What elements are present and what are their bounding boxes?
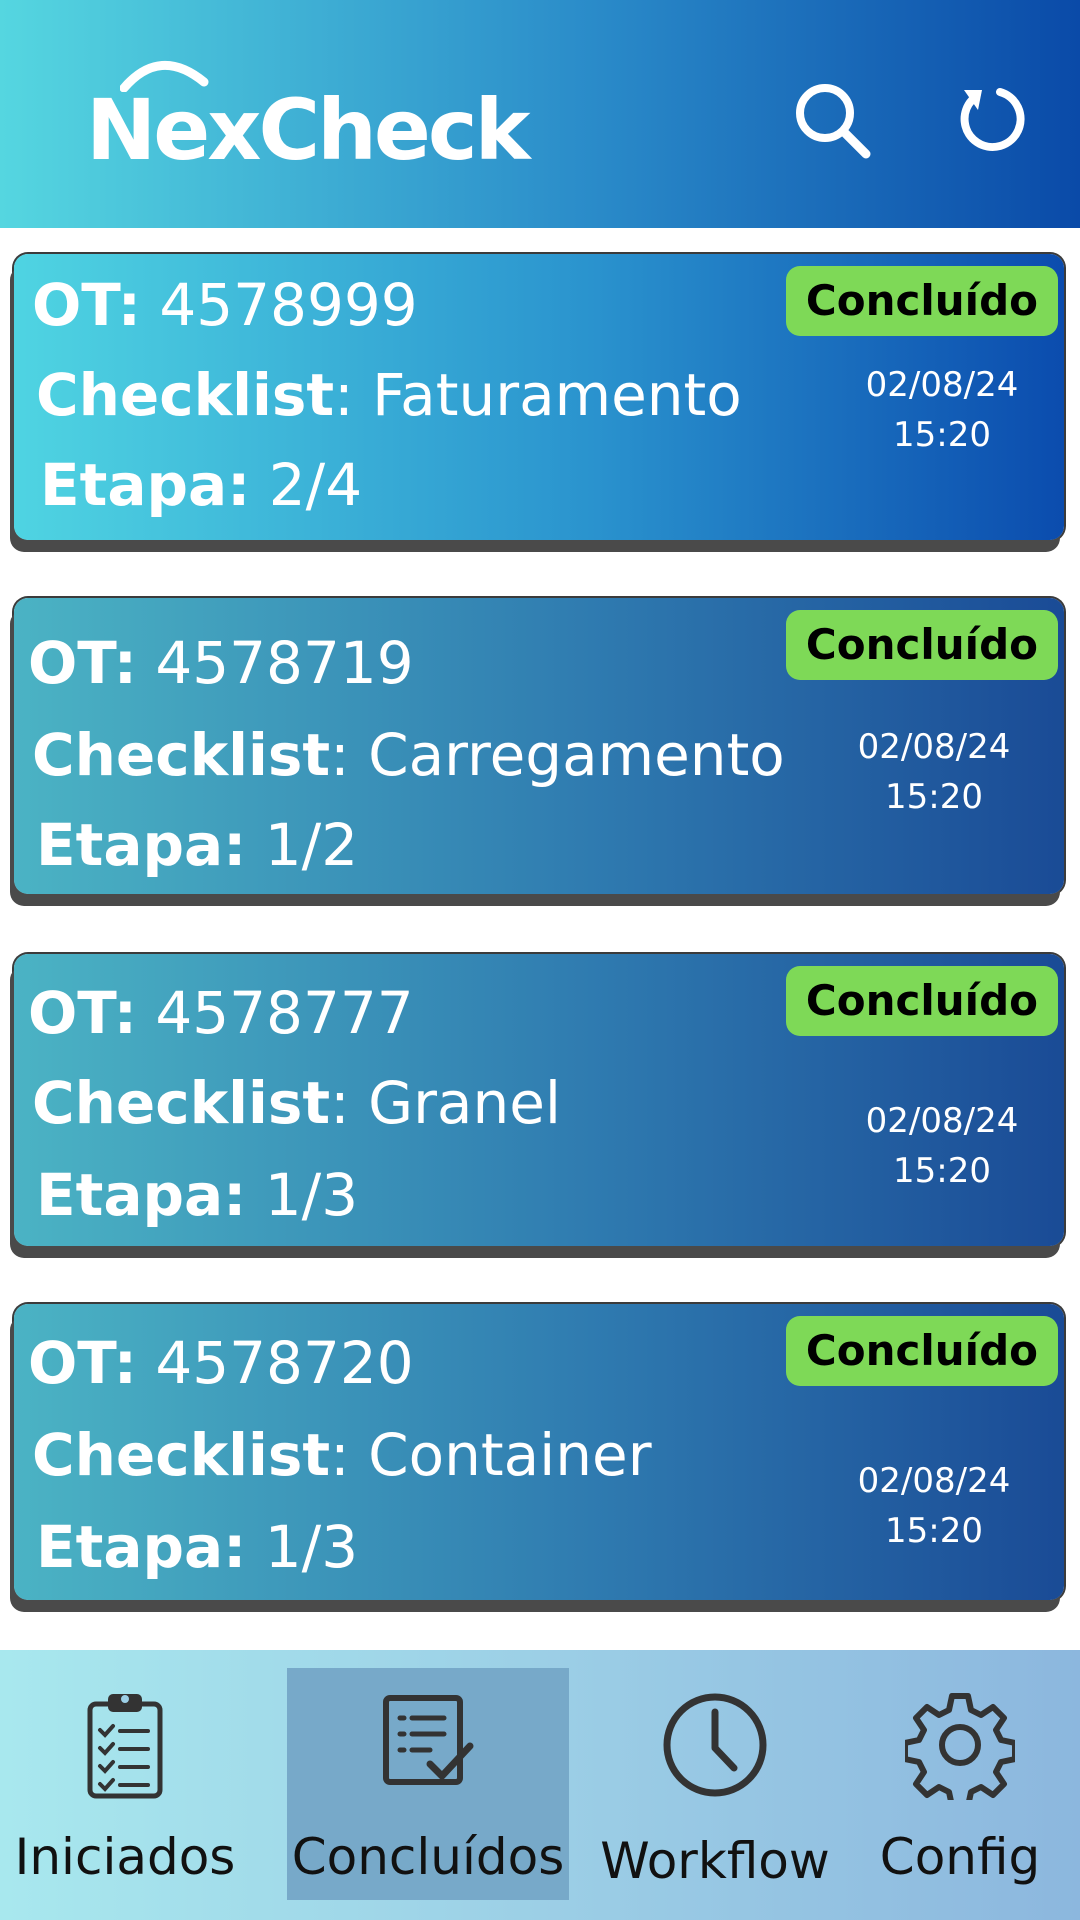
nav-item-config[interactable]: Config	[860, 1668, 1060, 1900]
order-card[interactable]: OT: 4578777 Checklist: Granel Etapa: 1/3…	[14, 954, 1064, 1246]
app-logo: NexCheck	[86, 81, 531, 179]
ot-line: OT: 4578720	[28, 1334, 414, 1392]
card-time: 15:20	[885, 1511, 983, 1551]
order-card[interactable]: OT: 4578999 Checklist: Faturamento Etapa…	[14, 254, 1064, 540]
card-datetime: 02/08/24 15:20	[854, 722, 1014, 822]
ot-label: OT:	[28, 979, 137, 1047]
status-badge: Concluído	[785, 966, 1058, 1037]
etapa-label: Etapa:	[36, 1513, 247, 1581]
checklist-label: Checklist	[32, 1069, 331, 1137]
etapa-line: Etapa: 1/3	[36, 1518, 358, 1576]
refresh-icon[interactable]	[950, 80, 1030, 160]
etapa-line: Etapa: 1/2	[36, 816, 358, 874]
card-date: 02/08/24	[865, 1101, 1019, 1141]
etapa-line: Etapa: 1/3	[36, 1166, 358, 1224]
clipboard-checklist-icon	[87, 1694, 163, 1799]
card-datetime: 02/08/24 15:20	[854, 1456, 1014, 1556]
app-header: NexCheck	[0, 0, 1080, 228]
card-datetime: 02/08/24 15:20	[862, 360, 1022, 460]
nav-item-iniciados[interactable]: Iniciados	[0, 1668, 250, 1900]
etapa-label: Etapa:	[36, 1161, 247, 1229]
etapa-value: 1/2	[264, 811, 359, 879]
card-time: 15:20	[893, 1151, 991, 1191]
nav-label: Concluídos	[291, 1828, 565, 1886]
checklist-value: Carregamento	[368, 721, 785, 789]
checklist-value: Granel	[368, 1069, 562, 1137]
checklist-done-icon	[383, 1695, 474, 1785]
checklist-label: Checklist	[36, 361, 335, 429]
ot-number: 4578720	[155, 1329, 414, 1397]
checklist-value: Faturamento	[372, 361, 742, 429]
card-date: 02/08/24	[857, 1461, 1011, 1501]
card-date: 02/08/24	[857, 727, 1011, 767]
order-card[interactable]: OT: 4578719 Checklist: Carregamento Etap…	[14, 598, 1064, 894]
checklist-line: Checklist: Faturamento	[36, 361, 742, 429]
card-date: 02/08/24	[865, 365, 1019, 405]
order-card[interactable]: OT: 4578720 Checklist: Container Etapa: …	[14, 1304, 1064, 1600]
ot-number: 4578777	[155, 979, 414, 1047]
ot-number: 4578999	[159, 271, 418, 339]
ot-label: OT:	[28, 1329, 137, 1397]
bottom-nav: Iniciados Concluídos Workflow Config	[0, 1650, 1080, 1920]
checklist-value: Container	[368, 1421, 652, 1489]
search-icon[interactable]	[792, 80, 872, 160]
status-badge: Concluído	[785, 1316, 1058, 1387]
etapa-line: Etapa: 2/4	[40, 456, 362, 514]
etapa-label: Etapa:	[36, 811, 247, 879]
status-badge: Concluído	[785, 266, 1058, 337]
card-time: 15:20	[893, 415, 991, 455]
etapa-value: 1/3	[264, 1513, 359, 1581]
nav-label: Config	[879, 1828, 1041, 1886]
etapa-label: Etapa:	[40, 451, 251, 519]
card-datetime: 02/08/24 15:20	[862, 1096, 1022, 1196]
clock-icon	[663, 1693, 767, 1797]
ot-label: OT:	[32, 271, 141, 339]
card-time: 15:20	[885, 777, 983, 817]
gear-icon	[905, 1693, 1015, 1800]
ot-label: OT:	[28, 629, 137, 697]
checklist-line: Checklist: Container	[32, 1421, 652, 1489]
etapa-value: 2/4	[268, 451, 363, 519]
checklist-label: Checklist	[32, 1421, 331, 1489]
checklist-label: Checklist	[32, 721, 331, 789]
ot-line: OT: 4578719	[28, 634, 414, 692]
ot-line: OT: 4578999	[32, 276, 418, 334]
ot-number: 4578719	[155, 629, 414, 697]
checklist-line: Checklist: Carregamento	[32, 721, 785, 789]
nav-item-concluidos[interactable]: Concluídos	[287, 1668, 569, 1900]
nav-item-workflow[interactable]: Workflow	[590, 1668, 840, 1900]
ot-line: OT: 4578777	[28, 984, 414, 1042]
checklist-line: Checklist: Granel	[32, 1069, 562, 1137]
status-badge: Concluído	[785, 610, 1058, 681]
etapa-value: 1/3	[264, 1161, 359, 1229]
nav-label: Workflow	[600, 1832, 830, 1890]
nav-label: Iniciados	[14, 1828, 236, 1886]
